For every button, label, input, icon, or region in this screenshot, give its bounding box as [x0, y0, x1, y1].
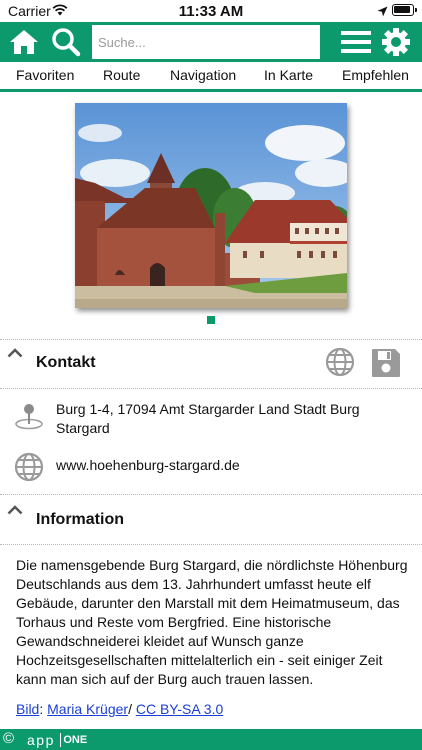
- chevron-up-icon[interactable]: [7, 345, 23, 363]
- information-text: Die namensgebende Burg Stargard, die nör…: [16, 557, 408, 687]
- save-icon[interactable]: [371, 348, 401, 378]
- tab-in-karte[interactable]: In Karte: [264, 67, 313, 83]
- nav-tabs: Favoriten Route Navigation In Karte Empf…: [0, 62, 422, 92]
- search-button[interactable]: [48, 22, 84, 62]
- globe-icon: [14, 452, 44, 487]
- brand-logo: app ONE: [27, 731, 88, 748]
- home-button[interactable]: [6, 22, 42, 62]
- home-icon: [10, 30, 38, 54]
- menu-icon: [341, 31, 371, 53]
- map-pin-icon: [14, 402, 44, 435]
- divider: [0, 494, 422, 495]
- contact-website-link[interactable]: www.hoehenburg-stargard.de: [56, 457, 240, 473]
- divider: [0, 544, 422, 545]
- search-icon: [52, 28, 81, 57]
- image-credits: Bild: Maria Krüger/ CC BY-SA 3.0: [16, 701, 223, 717]
- gallery-page-indicator[interactable]: [207, 316, 215, 324]
- tab-empfehlen[interactable]: Empfehlen: [342, 67, 409, 83]
- tab-navigation[interactable]: Navigation: [170, 67, 236, 83]
- section-title-contact: Kontakt: [36, 354, 96, 371]
- gear-icon: [382, 28, 410, 56]
- search-input[interactable]: [92, 25, 320, 59]
- globe-icon[interactable]: [325, 347, 355, 377]
- copyright-symbol[interactable]: ©: [3, 730, 14, 747]
- menu-button[interactable]: [338, 22, 374, 62]
- gallery-image[interactable]: [75, 103, 347, 308]
- credit-separator: :: [39, 701, 48, 717]
- divider: [0, 388, 422, 389]
- tab-route[interactable]: Route: [103, 67, 140, 83]
- credit-separator: /: [128, 701, 136, 717]
- battery-icon: [392, 4, 417, 16]
- footer-bar: © app ONE: [0, 729, 422, 750]
- credit-author-link[interactable]: Maria Krüger: [47, 701, 128, 717]
- divider: [0, 339, 422, 340]
- chevron-up-icon[interactable]: [7, 502, 23, 520]
- status-bar: Carrier 11:33 AM: [0, 0, 422, 22]
- credit-image-link[interactable]: Bild: [16, 701, 39, 717]
- settings-button[interactable]: [378, 22, 414, 62]
- section-title-information: Information: [36, 511, 124, 528]
- app-header: [0, 22, 422, 62]
- contact-address: Burg 1-4, 17094 Amt Stargarder Land Stad…: [56, 401, 360, 436]
- tab-favoriten[interactable]: Favoriten: [16, 67, 74, 83]
- location-arrow-icon: [377, 4, 388, 22]
- clock: 11:33 AM: [178, 3, 244, 20]
- credit-license-link[interactable]: CC BY-SA 3.0: [136, 701, 223, 717]
